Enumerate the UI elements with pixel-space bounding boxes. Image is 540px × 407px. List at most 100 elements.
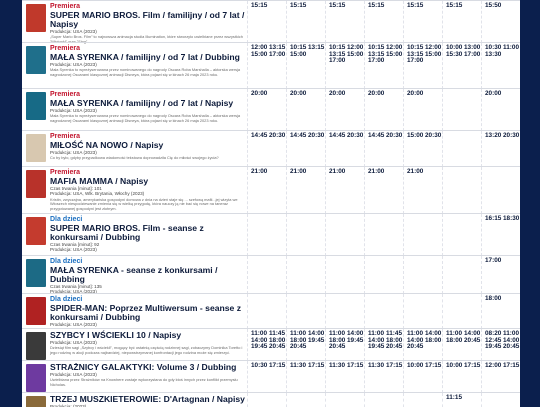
movie-title[interactable]: MIŁOŚĆ NA NOWO / Napisy xyxy=(50,141,246,150)
showtime-link[interactable]: 15:00 xyxy=(407,132,423,140)
showtime-link[interactable]: 15:00 xyxy=(251,51,267,59)
showtime-link[interactable]: 11:30 xyxy=(329,362,345,370)
movie-title[interactable]: SUPER MARIO BROS. Film / familijny / od … xyxy=(50,11,246,29)
showtime-link[interactable]: 18:30 xyxy=(503,215,519,223)
showtime-link[interactable]: 15:00 xyxy=(425,51,441,59)
showtime-link[interactable]: 13:20 xyxy=(485,132,501,140)
showtime-link[interactable]: 14:45 xyxy=(329,132,345,140)
showtime-link[interactable]: 21:00 xyxy=(407,168,423,176)
movie-title[interactable]: STRAŻNICY GALAKTYKI: Volume 3 / Dubbing xyxy=(50,363,246,372)
movie-title[interactable]: TRZEJ MUSZKIETEROWIE: D'Artagnan / Napis… xyxy=(50,395,246,404)
showtime-link[interactable]: 20:30 xyxy=(269,132,285,140)
showtime-link[interactable]: 20:30 xyxy=(386,132,402,140)
movie-title[interactable]: MAŁA SYRENKA / familijny / od 7 lat / Du… xyxy=(50,53,246,62)
movie-poster[interactable] xyxy=(26,46,46,74)
showtime-link[interactable]: 17:00 xyxy=(485,257,501,265)
showtime-link[interactable]: 15:15 xyxy=(329,2,345,10)
showtime-link[interactable]: 15:00 xyxy=(290,51,306,59)
showtime-link[interactable]: 17:15 xyxy=(308,362,324,370)
movie-title[interactable]: SPIDER-MAN: Poprzez Multiwersum - seanse… xyxy=(50,304,246,322)
showtime-link[interactable]: 18:00 xyxy=(425,337,441,345)
showtime-link[interactable]: 20:30 xyxy=(425,132,441,140)
movie-title[interactable]: SZYBCY I WŚCIEKLI 10 / Napisy xyxy=(50,331,246,340)
movie-poster[interactable] xyxy=(26,134,46,162)
showtime-link[interactable]: 17:15 xyxy=(503,362,519,370)
showtime-link[interactable]: 21:00 xyxy=(329,168,345,176)
movie-title[interactable]: MAFIA MAMMA / Napisy xyxy=(50,177,246,186)
showtime-link[interactable]: 15:00 xyxy=(386,51,402,59)
showtime-link[interactable]: 17:00 xyxy=(368,58,384,65)
showtime-link[interactable]: 12:00 xyxy=(485,362,501,370)
movie-poster[interactable] xyxy=(26,4,46,32)
showtime-link[interactable]: 21:00 xyxy=(368,168,384,176)
movie-poster[interactable] xyxy=(26,297,46,325)
showtime-link[interactable]: 20:30 xyxy=(308,132,324,140)
showtime-link[interactable]: 17:00 xyxy=(407,58,423,65)
movie-title[interactable]: MAŁA SYRENKA / familijny / od 7 lat / Na… xyxy=(50,99,246,108)
showtime-link[interactable]: 14:45 xyxy=(251,132,267,140)
showtime-link[interactable]: 15:50 xyxy=(485,2,501,10)
showtime-link[interactable]: 20:00 xyxy=(485,90,501,98)
showtime-link[interactable]: 20:00 xyxy=(368,90,384,98)
showtime-link[interactable]: 20:00 xyxy=(251,90,267,98)
movie-poster[interactable] xyxy=(26,332,46,360)
showtime-link[interactable]: 20:00 xyxy=(407,90,423,98)
movie-title[interactable]: MAŁA SYRENKA - seanse z konkursami / Dub… xyxy=(50,266,246,284)
showtime-link[interactable]: 21:00 xyxy=(290,168,306,176)
showtime-link[interactable]: 11:30 xyxy=(368,362,384,370)
showtime-link[interactable]: 20:00 xyxy=(329,90,345,98)
showtime-link[interactable]: 19:45 xyxy=(347,337,363,345)
showtime-link[interactable]: 20:45 xyxy=(503,344,519,351)
showtime-link[interactable]: 15:15 xyxy=(407,2,423,10)
showtime-link[interactable]: 20:45 xyxy=(290,344,306,351)
showtime-list: 11:00 14:00 18:00 19:45 20:45 xyxy=(290,330,326,351)
showtime-link[interactable]: 20:45 xyxy=(464,337,480,345)
showtime-link[interactable]: 17:15 xyxy=(269,362,285,370)
showtime-link[interactable]: 18:00 xyxy=(446,337,462,345)
movie-poster[interactable] xyxy=(26,92,46,120)
showtime-link[interactable]: 20:45 xyxy=(386,344,402,351)
showtime-link[interactable]: 20:00 xyxy=(290,90,306,98)
showtime-link[interactable]: 19:45 xyxy=(368,344,384,351)
showtime-link[interactable]: 10:30 xyxy=(251,362,267,370)
showtime-link[interactable]: 10:00 xyxy=(446,362,462,370)
showtime-link[interactable]: 15:15 xyxy=(251,2,267,10)
showtime-link[interactable]: 20:30 xyxy=(503,132,519,140)
showtime-link[interactable]: 17:15 xyxy=(386,362,402,370)
showtime-link[interactable]: 21:00 xyxy=(251,168,267,176)
showtime-link[interactable]: 16:15 xyxy=(485,215,501,223)
showtime-link[interactable]: 18:00 xyxy=(485,295,501,303)
showtime-link[interactable]: 14:45 xyxy=(368,132,384,140)
showtime-link[interactable]: 13:15 xyxy=(308,44,324,52)
movie-title[interactable]: SUPER MARIO BROS. Film - seanse z konkur… xyxy=(50,224,246,242)
showtime-link[interactable]: 11:00 xyxy=(503,44,519,52)
movie-poster[interactable] xyxy=(26,170,46,198)
showtime-link[interactable]: 15:15 xyxy=(446,2,462,10)
showtime-link[interactable]: 15:30 xyxy=(446,51,462,59)
showtime-link[interactable]: 17:00 xyxy=(464,51,480,59)
showtime-link[interactable]: 19:45 xyxy=(308,337,324,345)
showtime-link[interactable]: 20:30 xyxy=(347,132,363,140)
showtime-link[interactable]: 20:45 xyxy=(329,344,345,351)
showtime-link[interactable]: 10:00 xyxy=(407,362,423,370)
showtime-link[interactable]: 17:15 xyxy=(347,362,363,370)
showtime-link[interactable]: 13:30 xyxy=(485,51,501,59)
movie-poster[interactable] xyxy=(26,364,46,392)
showtime-link[interactable]: 17:15 xyxy=(464,362,480,370)
movie-poster[interactable] xyxy=(26,396,46,407)
showtime-link[interactable]: 14:45 xyxy=(290,132,306,140)
showtime-link[interactable]: 15:15 xyxy=(290,2,306,10)
showtime-link[interactable]: 20:45 xyxy=(407,344,423,351)
showtime-link[interactable]: 19:45 xyxy=(251,344,267,351)
showtime-link[interactable]: 17:15 xyxy=(425,362,441,370)
movie-poster[interactable] xyxy=(26,259,46,287)
showtime-link[interactable]: 11:30 xyxy=(290,362,306,370)
showtime-link[interactable]: 15:00 xyxy=(347,51,363,59)
showtime-link[interactable]: 19:45 xyxy=(485,344,501,351)
showtime-link[interactable]: 17:00 xyxy=(329,58,345,65)
showtime-link[interactable]: 17:00 xyxy=(269,51,285,59)
showtime-link[interactable]: 20:45 xyxy=(269,344,285,351)
showtime-link[interactable]: 15:15 xyxy=(368,2,384,10)
movie-poster[interactable] xyxy=(26,217,46,245)
showtime-link[interactable]: 11:15 xyxy=(446,394,462,402)
